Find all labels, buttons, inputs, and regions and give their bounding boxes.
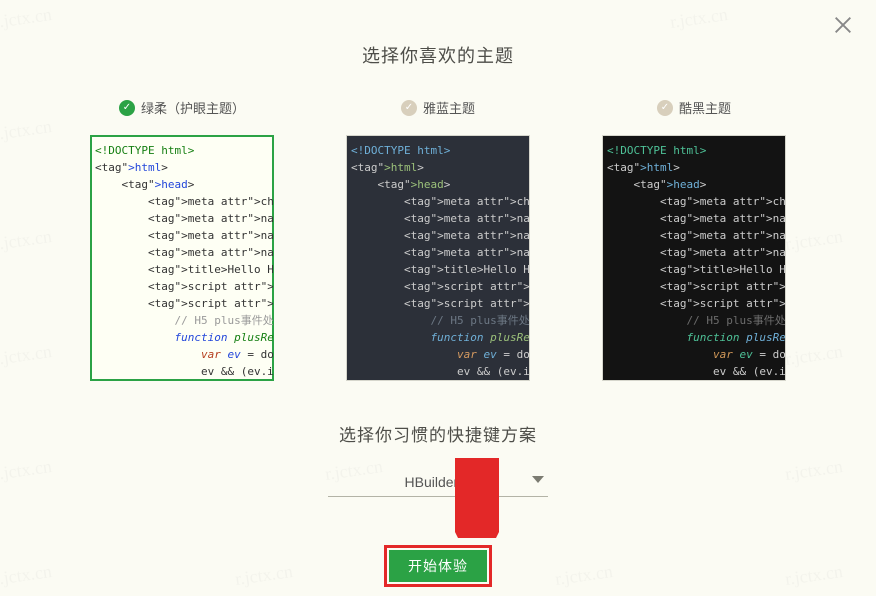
shortcut-selected-value: HBuilder X: [405, 474, 472, 490]
chevron-down-icon: [532, 476, 544, 483]
theme-option-green[interactable]: ✓ 绿柔（护眼主题） <!DOCTYPE html> <tag">html> <…: [90, 98, 274, 381]
close-button[interactable]: [832, 14, 854, 36]
theme-name: 雅蓝主题: [423, 98, 475, 117]
theme-options-row: ✓ 绿柔（护眼主题） <!DOCTYPE html> <tag">html> <…: [0, 98, 876, 381]
theme-preview-blue[interactable]: <!DOCTYPE html> <tag">html> <tag">head> …: [346, 135, 530, 381]
check-icon: ✓: [657, 100, 673, 116]
theme-title: 选择你喜欢的主题: [0, 0, 876, 68]
theme-label[interactable]: ✓ 绿柔（护眼主题）: [119, 98, 245, 117]
shortcut-select[interactable]: HBuilder X: [328, 474, 548, 497]
check-icon: ✓: [401, 100, 417, 116]
start-button[interactable]: 开始体验: [389, 550, 487, 582]
theme-option-blue[interactable]: ✓ 雅蓝主题 <!DOCTYPE html> <tag">html> <tag"…: [346, 98, 530, 381]
theme-label[interactable]: ✓ 雅蓝主题: [401, 98, 475, 117]
shortcut-title: 选择你习惯的快捷键方案: [0, 421, 876, 446]
theme-name: 酷黑主题: [679, 98, 731, 117]
theme-label[interactable]: ✓ 酷黑主题: [657, 98, 731, 117]
theme-option-black[interactable]: ✓ 酷黑主题 <!DOCTYPE html> <tag">html> <tag"…: [602, 98, 786, 381]
theme-preview-green[interactable]: <!DOCTYPE html> <tag">html> <tag">head> …: [90, 135, 274, 381]
shortcut-section: 选择你习惯的快捷键方案 HBuilder X 开始体验: [0, 421, 876, 587]
start-button-highlight: 开始体验: [384, 545, 492, 587]
theme-name: 绿柔（护眼主题）: [141, 98, 245, 117]
theme-preview-black[interactable]: <!DOCTYPE html> <tag">html> <tag">head> …: [602, 135, 786, 381]
close-icon: [832, 14, 854, 36]
check-icon: ✓: [119, 100, 135, 116]
